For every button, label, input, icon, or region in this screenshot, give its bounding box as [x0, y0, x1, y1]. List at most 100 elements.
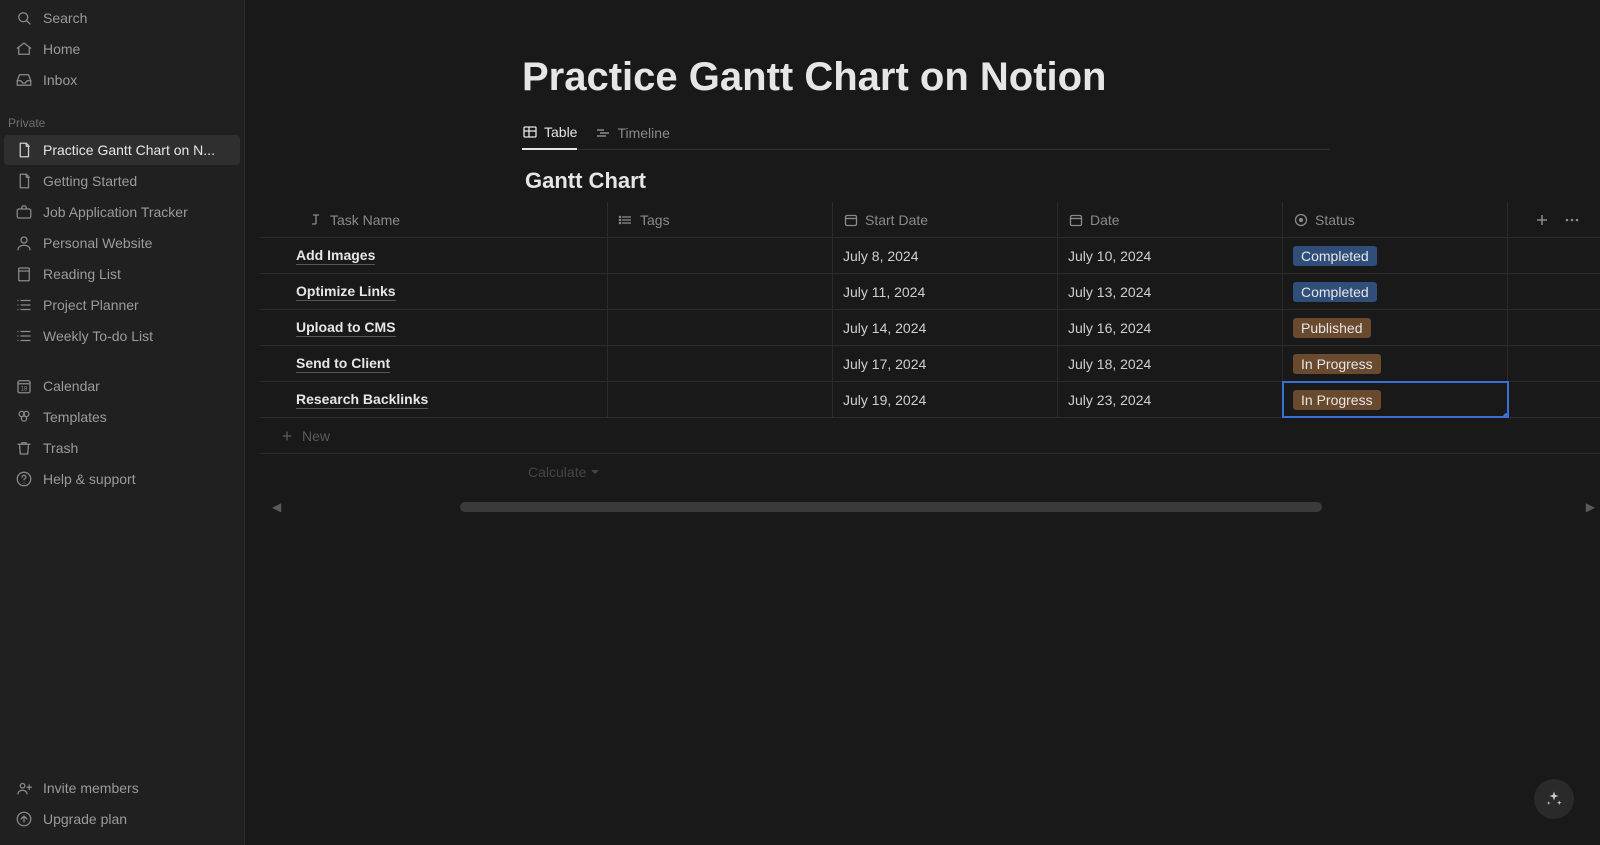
column-header-tags[interactable]: Tags [608, 202, 833, 237]
cell-status[interactable]: In Progress [1283, 346, 1508, 381]
cell-status[interactable]: Completed [1283, 274, 1508, 309]
sidebar-item-label: Trash [43, 440, 78, 456]
sidebar-item-page-0[interactable]: Practice Gantt Chart on N... [4, 135, 240, 165]
add-column-button[interactable] [1534, 212, 1550, 228]
table-icon [522, 124, 538, 140]
view-tab-label: Table [544, 124, 577, 140]
horizontal-scrollbar[interactable]: ◀ ▶ [460, 502, 1565, 512]
cell-tags[interactable] [608, 274, 833, 309]
sidebar-item-page-1[interactable]: Getting Started [4, 166, 240, 196]
sidebar-item-util-3[interactable]: Help & support [4, 464, 240, 494]
cell-status[interactable]: In Progress [1283, 382, 1508, 417]
sidebar-item-label: Project Planner [43, 297, 139, 313]
status-badge: In Progress [1293, 354, 1381, 374]
column-header-date[interactable]: Date [1058, 202, 1283, 237]
sidebar-item-util-1[interactable]: Templates [4, 402, 240, 432]
date-property-icon [843, 212, 859, 228]
inbox-icon [14, 70, 34, 90]
cell-status[interactable]: Published [1283, 310, 1508, 345]
cell-tail [1508, 346, 1600, 381]
cell-start-date[interactable]: July 11, 2024 [833, 274, 1058, 309]
view-tab-table[interactable]: Table [522, 118, 577, 150]
page-icon [14, 171, 34, 191]
sidebar-section-private[interactable]: Private [0, 110, 244, 134]
svg-text:18: 18 [21, 387, 28, 393]
sidebar-item-bottom-1[interactable]: Upgrade plan [4, 804, 240, 834]
main-content: Practice Gantt Chart on Notion Table Time… [245, 0, 1600, 845]
cell-date[interactable]: July 10, 2024 [1058, 238, 1283, 273]
new-row-button[interactable]: New [260, 418, 1600, 454]
upgrade-icon [14, 809, 34, 829]
cell-date[interactable]: July 18, 2024 [1058, 346, 1283, 381]
table-row[interactable]: Upload to CMS July 14, 2024July 16, 2024 P… [260, 310, 1600, 346]
sidebar-item-bottom-0[interactable]: Invite members [4, 773, 240, 803]
sidebar-item-top-0[interactable]: Search [4, 3, 240, 33]
list-icon [14, 295, 34, 315]
cell-task-name[interactable]: Optimize Links [260, 274, 608, 309]
sidebar-item-page-5[interactable]: Project Planner [4, 290, 240, 320]
book-icon [14, 264, 34, 284]
task-name-text: Send to Client [296, 354, 390, 373]
status-badge: Completed [1293, 282, 1377, 302]
sidebar-item-label: Reading List [43, 266, 121, 282]
person-icon [14, 233, 34, 253]
scroll-left-arrow[interactable]: ◀ [272, 500, 281, 512]
sidebar-item-label: Job Application Tracker [43, 204, 188, 220]
sidebar-item-util-0[interactable]: 18Calendar [4, 371, 240, 401]
table-row[interactable]: Send to Client July 17, 2024July 18, 2024… [260, 346, 1600, 382]
status-badge: Published [1293, 318, 1371, 338]
cell-start-date[interactable]: July 14, 2024 [833, 310, 1058, 345]
cell-tags[interactable] [608, 346, 833, 381]
text-property-icon [308, 212, 324, 228]
database-table: Task Name Tags Start Date Date [260, 202, 1600, 512]
table-row[interactable]: Optimize Links July 11, 2024July 13, 2024… [260, 274, 1600, 310]
cell-start-date[interactable]: July 17, 2024 [833, 346, 1058, 381]
table-row[interactable]: Add Images July 8, 2024July 10, 2024 Compl… [260, 238, 1600, 274]
sidebar-item-label: Getting Started [43, 173, 137, 189]
sidebar-item-page-4[interactable]: Reading List [4, 259, 240, 289]
cell-date[interactable]: July 13, 2024 [1058, 274, 1283, 309]
cell-start-date[interactable]: July 19, 2024 [833, 382, 1058, 417]
view-tab-label: Timeline [617, 125, 669, 141]
cell-task-name[interactable]: Send to Client [260, 346, 608, 381]
cell-task-name[interactable]: Upload to CMS [260, 310, 608, 345]
cell-tags[interactable] [608, 238, 833, 273]
table-row[interactable]: Research Backlinks July 19, 2024July 23, … [260, 382, 1600, 418]
sidebar-item-page-3[interactable]: Personal Website [4, 228, 240, 258]
page-title[interactable]: Practice Gantt Chart on Notion [522, 55, 1600, 100]
task-name-text: Optimize Links [296, 282, 396, 301]
cell-task-name[interactable]: Add Images [260, 238, 608, 273]
cell-tags[interactable] [608, 382, 833, 417]
cell-status[interactable]: Completed [1283, 238, 1508, 273]
database-title[interactable]: Gantt Chart [525, 168, 1600, 194]
sidebar-item-label: Upgrade plan [43, 811, 127, 827]
help-icon [14, 469, 34, 489]
column-header-task-name[interactable]: Task Name [260, 202, 608, 237]
cell-tags[interactable] [608, 310, 833, 345]
status-badge: Completed [1293, 246, 1377, 266]
cell-date[interactable]: July 16, 2024 [1058, 310, 1283, 345]
cell-date[interactable]: July 23, 2024 [1058, 382, 1283, 417]
sidebar-item-page-6[interactable]: Weekly To-do List [4, 321, 240, 351]
table-options-button[interactable] [1564, 212, 1580, 228]
ai-assist-button[interactable] [1534, 779, 1574, 819]
sidebar-item-top-1[interactable]: Home [4, 34, 240, 64]
sidebar-item-util-2[interactable]: Trash [4, 433, 240, 463]
invite-icon [14, 778, 34, 798]
sidebar-item-label: Templates [43, 409, 107, 425]
scrollbar-thumb[interactable] [460, 502, 1322, 512]
view-tab-timeline[interactable]: Timeline [595, 118, 669, 149]
timeline-icon [595, 125, 611, 141]
cell-task-name[interactable]: Research Backlinks [260, 382, 608, 417]
scroll-right-arrow[interactable]: ▶ [1586, 500, 1595, 512]
sidebar-item-label: Invite members [43, 780, 139, 796]
status-property-icon [1293, 212, 1309, 228]
sidebar-item-top-2[interactable]: Inbox [4, 65, 240, 95]
column-header-status[interactable]: Status [1283, 202, 1508, 237]
column-header-start-date[interactable]: Start Date [833, 202, 1058, 237]
calculate-row[interactable]: Calculate [260, 454, 1600, 490]
sidebar-item-label: Personal Website [43, 235, 152, 251]
sidebar-item-page-2[interactable]: Job Application Tracker [4, 197, 240, 227]
task-name-text: Add Images [296, 246, 375, 265]
cell-start-date[interactable]: July 8, 2024 [833, 238, 1058, 273]
